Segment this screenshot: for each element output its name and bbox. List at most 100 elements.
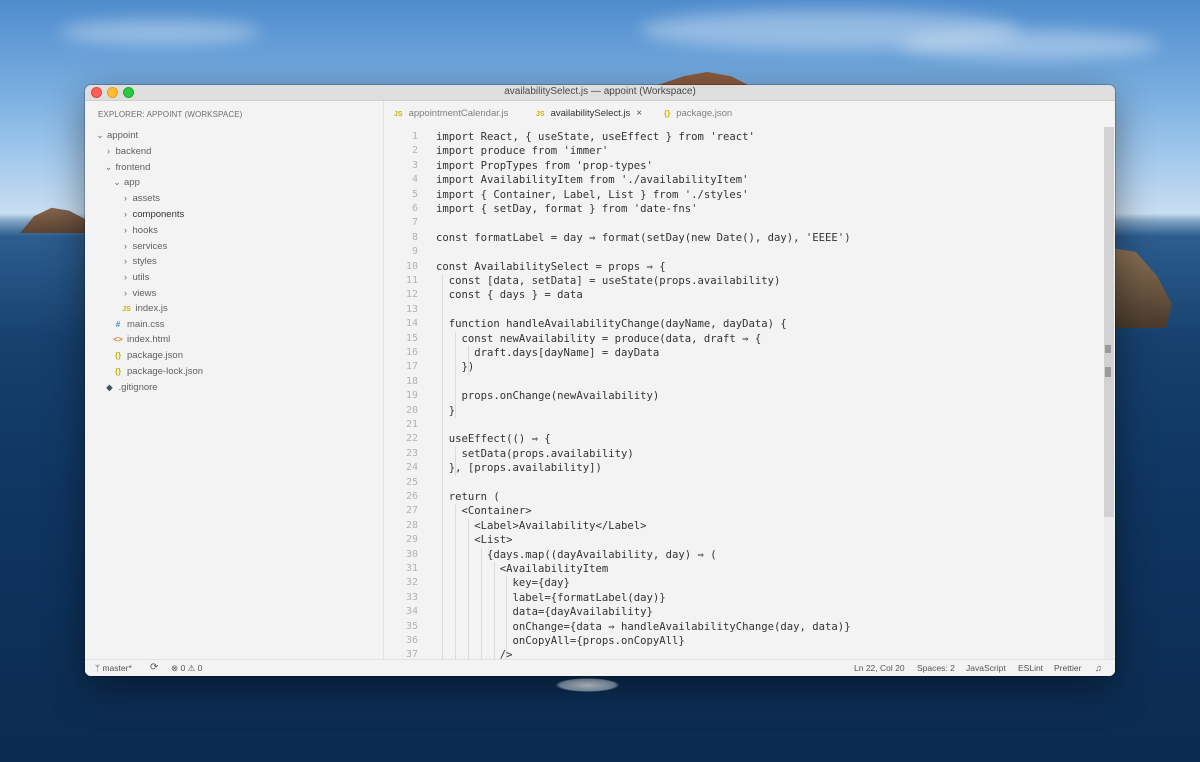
notification-bell-icon[interactable]: ♫ bbox=[1095, 660, 1102, 676]
code-text: onCopyAll={props.onCopyAll} bbox=[436, 635, 685, 647]
git-branch[interactable]: ᛘ master* bbox=[95, 660, 132, 676]
js-file-icon: JS bbox=[394, 111, 403, 118]
code-text: const { days } = data bbox=[436, 289, 583, 302]
prettier-status[interactable]: Prettier bbox=[1054, 660, 1081, 676]
tree-item-styles[interactable]: › styles bbox=[85, 253, 419, 269]
indentation[interactable]: Spaces: 2 bbox=[917, 660, 955, 676]
code-text: <Label>Availability</Label> bbox=[436, 519, 647, 532]
tree-item-package-json[interactable]: {} package.json bbox=[85, 348, 410, 364]
tree-item-hooks[interactable]: › hooks bbox=[85, 222, 419, 238]
warning-icon: ⚠ bbox=[187, 663, 198, 673]
eslint-status[interactable]: ESLint bbox=[1018, 660, 1043, 676]
line-number: 27 bbox=[405, 505, 418, 517]
tab-label: appointmentCalendar.js bbox=[408, 108, 509, 119]
close-tab-icon[interactable]: × bbox=[636, 108, 642, 119]
code-text: import produce from 'immer' bbox=[436, 145, 609, 158]
explorer-header: EXPLORER: APPOINT (WORKSPACE) bbox=[98, 110, 243, 119]
tab-package-json[interactable]: {} package.json bbox=[654, 101, 742, 127]
line-number: 21 bbox=[405, 419, 418, 430]
code-text: useEffect(() ⇒ { bbox=[436, 433, 551, 446]
js-file-icon: JS bbox=[122, 305, 131, 313]
json-file-icon: {} bbox=[114, 367, 122, 376]
code-line: 12 const { days } = data bbox=[384, 288, 1115, 302]
code-line: 8 const formatLabel = day ⇒ format(setDay… bbox=[384, 231, 1115, 245]
code-line: 11 const [data, setData] = useState(prop… bbox=[384, 274, 1115, 288]
code-line: 33 label={formatLabel(day)} bbox=[384, 591, 1115, 605]
line-number: 36 bbox=[405, 635, 418, 646]
tree-item-index-html[interactable]: <> index.html bbox=[85, 332, 410, 348]
cursor-position[interactable]: Ln 22, Col 20 bbox=[854, 660, 905, 676]
line-number: 26 bbox=[405, 491, 418, 502]
island-right bbox=[1112, 248, 1172, 328]
line-number: 17 bbox=[405, 361, 418, 373]
chevron-right-icon: › bbox=[124, 256, 127, 267]
code-line: 18 bbox=[384, 375, 1115, 389]
code-line: 24 }, [props.availability]) bbox=[384, 461, 1115, 475]
tree-item-appoint[interactable]: ⌄ appoint bbox=[85, 127, 393, 143]
tree-item-label: index.html bbox=[127, 334, 171, 346]
tree-item-index-js[interactable]: JS index.js bbox=[85, 301, 419, 317]
tree-item--gitignore[interactable]: ◆ .gitignore bbox=[85, 380, 402, 396]
code-line: 27 <Container> bbox=[384, 504, 1115, 518]
code-text: data={dayAvailability} bbox=[436, 606, 653, 619]
branch-name: master* bbox=[102, 663, 132, 673]
line-number: 11 bbox=[405, 275, 418, 286]
code-text: onChange={data ⇒ handleAvailabilityChang… bbox=[436, 620, 851, 633]
tab-availability-select[interactable]: JS availabilitySelect.js × bbox=[526, 101, 651, 127]
code-line: 20 } bbox=[384, 404, 1115, 418]
line-number: 30 bbox=[405, 548, 418, 560]
code-line: 21 bbox=[384, 418, 1115, 432]
code-line: 28 <Label>Availability</Label> bbox=[384, 519, 1115, 533]
line-number: 12 bbox=[405, 289, 418, 301]
code-line: 36 onCopyAll={props.onCopyAll} bbox=[384, 634, 1115, 648]
line-number: 35 bbox=[405, 620, 418, 632]
tab-appointment-calendar[interactable]: JS appointmentCalendar.js bbox=[394, 101, 518, 127]
line-number: 6 bbox=[411, 203, 418, 214]
code-line: 4 import AvailabilityItem from './availab… bbox=[384, 173, 1115, 187]
editor-tabs: JS appointmentCalendar.js JS availabilityS… bbox=[384, 101, 1115, 127]
js-file-icon: JS bbox=[536, 111, 545, 118]
problems-indicator[interactable]: ⊗ 0 ⚠ 0 bbox=[171, 660, 202, 676]
language-mode[interactable]: JavaScript bbox=[966, 660, 1006, 676]
code-line: 6 import { setDay, format } from 'date-fn… bbox=[384, 202, 1115, 216]
code-editor[interactable]: 1 import React, { useState, useEffect } f… bbox=[384, 127, 1115, 660]
line-number: 23 bbox=[405, 447, 418, 459]
chevron-right-icon: › bbox=[124, 272, 127, 283]
tree-item-label: frontend bbox=[115, 161, 151, 173]
tree-item-utils[interactable]: › utils bbox=[85, 269, 419, 285]
code-text: draft.days[dayName] = dayData bbox=[436, 347, 660, 359]
error-count: 0 bbox=[180, 663, 186, 673]
tree-item-label: index.js bbox=[135, 302, 168, 314]
line-number: 10 bbox=[405, 260, 418, 272]
window-title: availabilitySelect.js — appoint (Workspa… bbox=[504, 86, 696, 97]
sync-icon[interactable]: ⟳ bbox=[150, 660, 158, 676]
code-text: <AvailabilityItem bbox=[436, 563, 609, 575]
tree-item-label: package.json bbox=[127, 350, 183, 362]
tree-item-label: package-lock.json bbox=[127, 366, 204, 377]
tree-item-components[interactable]: › components bbox=[85, 206, 419, 222]
warning-count: 0 bbox=[197, 663, 203, 673]
tab-label: availabilitySelect.js bbox=[550, 108, 631, 119]
tree-item-label: appoint bbox=[107, 130, 139, 141]
code-text: const AvailabilitySelect = props ⇒ { bbox=[436, 260, 666, 273]
code-line: 22 useEffect(() ⇒ { bbox=[384, 432, 1115, 446]
tree-item-backend[interactable]: › backend bbox=[85, 143, 402, 159]
status-bar: ᛘ master* ⟳ ⊗ 0 ⚠ 0 Ln 22, Col 20 Spaces… bbox=[85, 659, 1115, 676]
tree-item-package-lock-json[interactable]: {} package-lock.json bbox=[85, 364, 410, 380]
code-line: 10 const AvailabilitySelect = props ⇒ { bbox=[384, 260, 1115, 274]
tree-item-main-css[interactable]: # main.css bbox=[85, 317, 410, 333]
scrollbar-thumb[interactable] bbox=[1104, 127, 1114, 517]
code-text: {days.map((dayAvailability, day) ⇒ ( bbox=[436, 548, 717, 561]
code-line: 13 bbox=[384, 303, 1115, 317]
line-number: 15 bbox=[405, 332, 418, 344]
tree-item-label: components bbox=[132, 209, 185, 220]
tree-item-services[interactable]: › services bbox=[85, 238, 419, 254]
chevron-down-icon: ⌄ bbox=[113, 177, 121, 188]
tree-item-app[interactable]: ⌄ app bbox=[85, 174, 410, 190]
tree-item-frontend[interactable]: ⌄ frontend bbox=[85, 159, 402, 175]
tree-item-assets[interactable]: › assets bbox=[85, 190, 419, 206]
tree-item-label: styles bbox=[132, 256, 157, 268]
line-number: 14 bbox=[405, 318, 418, 330]
code-line: 25 bbox=[384, 476, 1115, 490]
tree-item-views[interactable]: › views bbox=[85, 285, 419, 301]
